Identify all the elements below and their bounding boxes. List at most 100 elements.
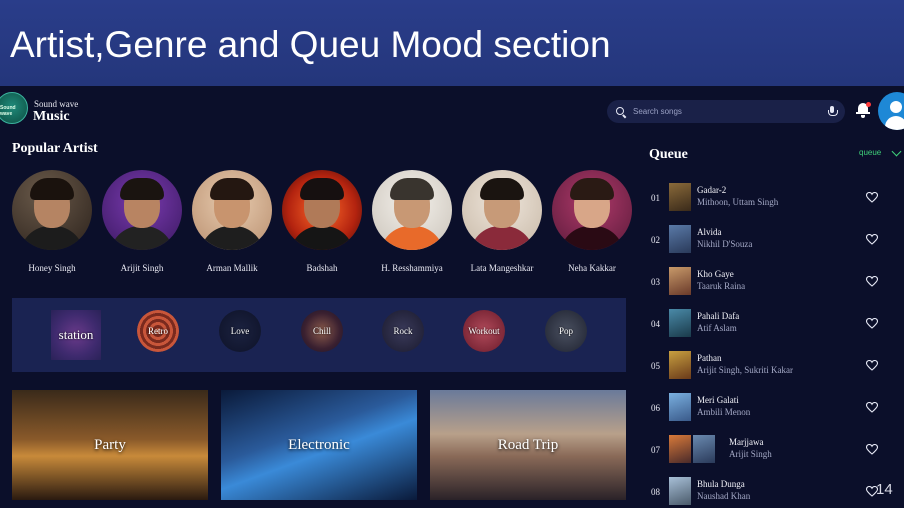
queue-track-thumbnail (669, 183, 691, 211)
queue-dropdown[interactable]: queue (859, 146, 902, 157)
artist-card[interactable]: Badshah (282, 170, 362, 273)
artist-card[interactable]: Arijit Singh (102, 170, 182, 273)
heart-icon[interactable] (866, 318, 878, 329)
notification-bell-icon[interactable] (856, 102, 871, 118)
artist-photo[interactable] (462, 170, 542, 250)
queue-track-number: 03 (651, 277, 660, 287)
artist-photo[interactable] (12, 170, 92, 250)
queue-track-thumbnail (669, 267, 691, 295)
mood-label: Party (94, 436, 126, 453)
queue-track-thumbnail (669, 435, 691, 463)
queue-row[interactable]: 05 Pathan Arijit Singh, Sukriti Kakar (650, 350, 904, 384)
queue-track-thumbnail (669, 309, 691, 337)
artist-card[interactable]: Lata Mangeshkar (462, 170, 542, 273)
artist-name: Arman Mallik (206, 263, 258, 273)
queue-track-artist: Nikhil D'Souza (697, 239, 753, 249)
brand-subtitle: Sound wave (34, 99, 79, 109)
genre-item-pop[interactable]: Pop (545, 310, 587, 352)
queue-track-title: Gadar-2 (697, 185, 727, 195)
artist-name: Honey Singh (28, 263, 76, 273)
queue-track-artist: Naushad Khan (697, 491, 751, 501)
genre-item-retro[interactable]: Retro (137, 310, 179, 352)
queue-track-title: Marjjawa (729, 437, 764, 447)
artist-card[interactable]: Arman Mallik (192, 170, 272, 273)
mood-card-electronic[interactable]: Electronic (221, 390, 417, 500)
artist-card[interactable]: Neha Kakkar (552, 170, 632, 273)
slide-page-number: 14 (876, 481, 893, 498)
queue-track-number: 04 (651, 319, 660, 329)
popular-artist-heading: Popular Artist (12, 141, 98, 156)
artist-card[interactable]: Honey Singh (12, 170, 92, 273)
search-icon (615, 106, 627, 118)
queue-heading: Queue (649, 147, 688, 162)
mood-label: Electronic (288, 436, 350, 453)
queue-track-thumbnail (669, 477, 691, 505)
queue-track-number: 05 (651, 361, 660, 371)
genre-item-workout[interactable]: Workout (463, 310, 505, 352)
queue-track-number: 06 (651, 403, 660, 413)
queue-row[interactable]: 04 Pahali Dafa Atif Aslam (650, 308, 904, 342)
heart-icon[interactable] (866, 360, 878, 371)
queue-track-thumbnail (693, 435, 715, 463)
mood-card-party[interactable]: Party (12, 390, 208, 500)
queue-row[interactable]: 06 Meri Galati Ambili Menon (650, 392, 904, 426)
genre-item-rock[interactable]: Rock (382, 310, 424, 352)
queue-track-thumbnail (669, 393, 691, 421)
artist-photo[interactable] (102, 170, 182, 250)
queue-track-number: 07 (651, 445, 660, 455)
artist-name: Lata Mangeshkar (470, 263, 534, 273)
artist-name: H. Resshammiya (381, 263, 443, 273)
microphone-icon[interactable] (827, 105, 838, 119)
queue-track-title: Pahali Dafa (697, 311, 740, 321)
artist-photo[interactable] (552, 170, 632, 250)
artist-name: Badshah (306, 263, 338, 273)
heart-icon[interactable] (866, 234, 878, 245)
logo-text: Sound wave (0, 105, 16, 117)
queue-track-artist: Mithoon, Uttam Singh (697, 197, 779, 207)
queue-row[interactable]: 08 Bhula Dunga Naushad Khan (650, 476, 904, 508)
genre-item-love[interactable]: Love (219, 310, 261, 352)
queue-track-title: Kho Gaye (697, 269, 734, 279)
user-avatar[interactable] (878, 92, 904, 130)
heart-icon[interactable] (866, 444, 878, 455)
slide-header: Artist,Genre and Queu Mood section (0, 0, 904, 86)
search-input[interactable] (633, 107, 827, 116)
mood-label: Road Trip (497, 436, 559, 453)
artist-name: Arijit Singh (120, 263, 164, 273)
artist-card[interactable]: H. Resshammiya (372, 170, 452, 273)
slide-title: Artist,Genre and Queu Mood section (10, 24, 611, 65)
queue-track-thumbnail (669, 351, 691, 379)
chevron-down-icon (891, 146, 902, 156)
queue-row[interactable]: 02 Alvida Nikhil D'Souza (650, 224, 904, 258)
app-logo[interactable]: Sound wave (0, 92, 28, 124)
queue-track-artist: Atif Aslam (697, 323, 737, 333)
artist-photo[interactable] (192, 170, 272, 250)
queue-row[interactable]: 01 Gadar-2 Mithoon, Uttam Singh (650, 182, 904, 216)
queue-track-thumbnail (669, 225, 691, 253)
artist-name: Neha Kakkar (568, 263, 616, 273)
search-bar[interactable] (607, 100, 845, 123)
genre-item-chill[interactable]: Chill (301, 310, 343, 352)
heart-icon[interactable] (866, 402, 878, 413)
queue-row[interactable]: 07 Marjjawa Arijit Singh (650, 434, 904, 468)
queue-track-number: 01 (651, 193, 660, 203)
queue-track-artist: Arijit Singh, Sukriti Kakar (697, 365, 793, 375)
genre-strip: station Retro Love Chill Rock Workout Pop (12, 298, 626, 372)
queue-track-artist: Ambili Menon (697, 407, 751, 417)
queue-track-title: Meri Galati (697, 395, 739, 405)
notification-badge (866, 102, 871, 107)
artist-photo[interactable] (282, 170, 362, 250)
heart-icon[interactable] (866, 276, 878, 287)
queue-track-number: 02 (651, 235, 660, 245)
queue-row[interactable]: 03 Kho Gaye Taaruk Raina (650, 266, 904, 300)
heart-icon[interactable] (866, 192, 878, 203)
artist-photo[interactable] (372, 170, 452, 250)
mood-card-road-trip[interactable]: Road Trip (430, 390, 626, 500)
queue-dropdown-label: queue (859, 148, 882, 157)
queue-track-title: Alvida (697, 227, 722, 237)
queue-track-artist: Arijit Singh (729, 449, 772, 459)
artist-list: Honey Singh Arijit Singh Arman Mallik Badsh… (12, 170, 634, 275)
music-app: Sound wave Sound wave Music Popular Arti… (0, 86, 904, 508)
queue-track-artist: Taaruk Raina (697, 281, 746, 291)
genre-item-station[interactable]: station (51, 310, 101, 360)
